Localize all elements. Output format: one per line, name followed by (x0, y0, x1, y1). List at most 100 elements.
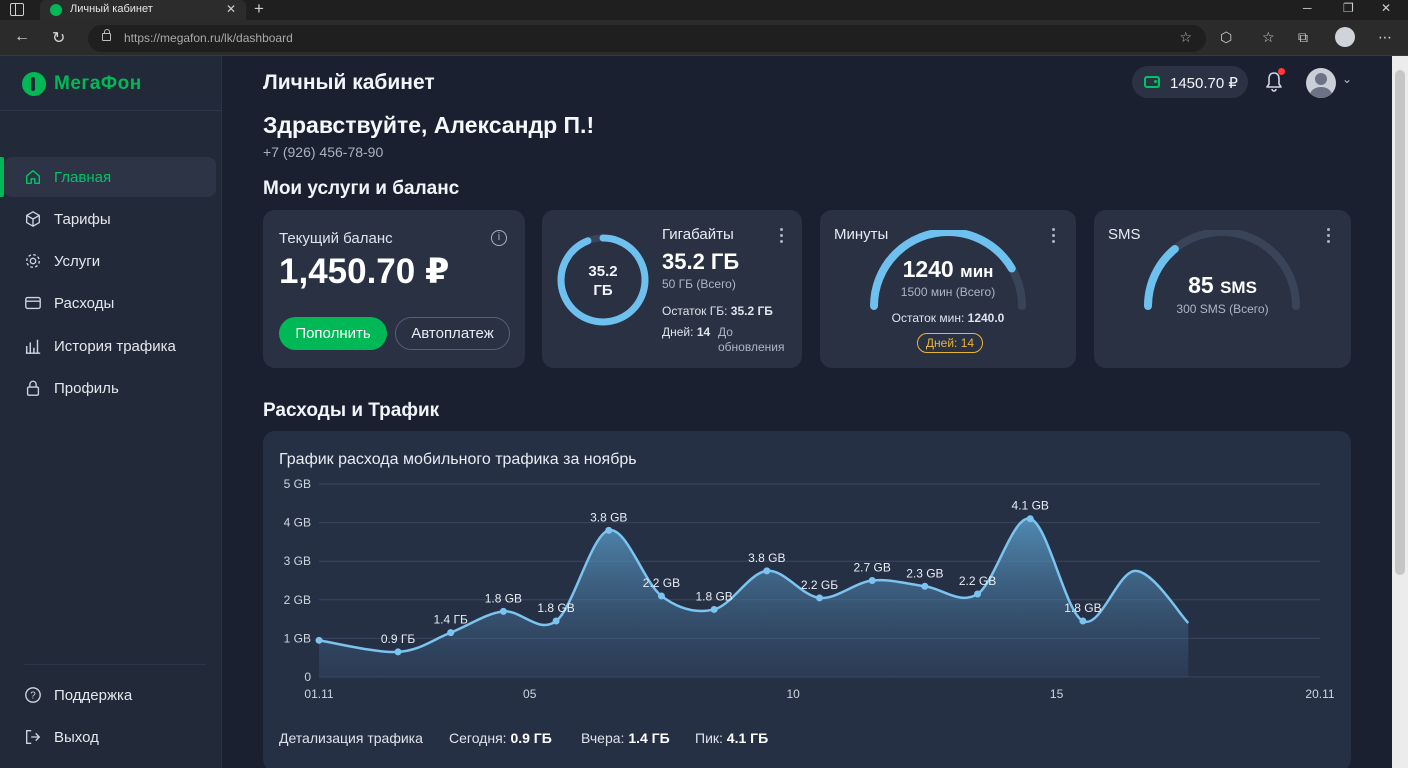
sidebar-item-label: Главная (54, 169, 112, 186)
more-options-icon[interactable] (780, 228, 784, 244)
gb-rest-value: 35.2 ГБ (730, 304, 773, 318)
minutes-card: Минуты 1240 мин 1500 мин (Всего) Остаток… (820, 210, 1076, 368)
traffic-details-link[interactable]: Детализация трафика (279, 730, 423, 746)
header-balance-chip[interactable]: 1450.70 ₽ (1132, 66, 1248, 98)
balance-value: 1,450.70 ₽ (279, 252, 450, 291)
chart-point (315, 636, 323, 644)
chart-point (974, 590, 982, 598)
favorites-icon[interactable]: ☆ (1262, 29, 1275, 46)
autopay-button[interactable]: Автоплатеж (395, 317, 510, 350)
minutes-total: 1500 мин (Всего) (900, 285, 996, 299)
phone-number: +7 (926) 456-78-90 (263, 144, 384, 160)
restore-icon[interactable]: ❐ (1343, 1, 1354, 15)
topup-button[interactable]: Пополнить (279, 317, 387, 350)
today-label: Сегодня: (449, 730, 507, 746)
peak-stat: Пик: 4.1 ГБ (695, 730, 768, 746)
chart-point (1079, 617, 1087, 625)
y-tick-label: 2 GB (284, 593, 311, 607)
scrollbar-thumb[interactable] (1395, 70, 1405, 575)
minutes-value: 1240 мин (820, 256, 1076, 283)
greeting: Здравствуйте, Александр П.! (263, 112, 595, 138)
sidebar-item-label: История трафика (54, 338, 176, 355)
sidebar-item-profile[interactable]: Профиль (4, 368, 216, 408)
more-menu-icon[interactable]: ⋯ (1378, 29, 1392, 46)
main-content: Личный кабинет 1450.70 ₽ ⌄ Здравствуйте,… (222, 56, 1392, 768)
sidebar-item-support[interactable]: ? Поддержка (4, 675, 216, 715)
data-label: 3.8 GB (590, 510, 627, 524)
gb-rest-label: Остаток ГБ: (662, 304, 728, 318)
gear-icon (26, 254, 40, 268)
more-options-icon[interactable] (1052, 228, 1056, 244)
sidebar-item-traffic-history[interactable]: История трафика (4, 326, 216, 366)
balance-card: Текущий баланс i 1,450.70 ₽ Пополнить Ав… (263, 210, 525, 368)
new-tab-icon[interactable]: + (254, 0, 264, 19)
gigabytes-card: 35.2 ГБ Гигабайты 35.2 ГБ 50 ГБ (Всего) О… (542, 210, 802, 368)
sidebar-item-label: Тарифы (54, 211, 111, 228)
gb-ring-value: 35.2 (588, 263, 618, 280)
tab-actions-icon[interactable] (10, 3, 24, 16)
chart-point (1026, 515, 1034, 523)
data-label: 1.8 GB (485, 591, 522, 605)
peak-value: 4.1 ГБ (726, 730, 769, 746)
url-text: https://megafon.ru/lk/dashboard (124, 31, 293, 45)
yesterday-stat: Вчера: 1.4 ГБ (581, 730, 670, 746)
sidebar-item-home[interactable]: Главная (0, 157, 216, 197)
wallet-icon (1144, 76, 1160, 88)
page-title: Личный кабинет (263, 71, 435, 94)
megafon-logo[interactable]: МегаФон (22, 72, 142, 96)
chart-area-fill (319, 518, 1189, 677)
box-icon (26, 211, 40, 227)
chart-point (710, 605, 718, 613)
data-label: 1.8 GB (695, 589, 732, 603)
more-options-icon[interactable] (1327, 228, 1331, 244)
close-tab-icon[interactable]: ✕ (226, 2, 236, 16)
y-tick-label: 4 GB (284, 516, 311, 530)
gb-total: 50 ГБ (Всего) (662, 277, 736, 291)
data-label: 1.8 GB (1064, 601, 1101, 615)
sidebar-item-logout[interactable]: Выход (4, 717, 216, 757)
data-label: 1.4 ГБ (434, 613, 469, 627)
y-tick-label: 5 GB (284, 477, 311, 491)
sidebar: МегаФон Главная Тарифы Услуги Расходы Ис… (0, 56, 222, 768)
gb-rest: Остаток ГБ: 35.2 ГБ (662, 304, 773, 318)
back-icon[interactable]: ← (14, 28, 30, 46)
sidebar-item-label: Профиль (54, 380, 119, 397)
chart-point (552, 617, 560, 625)
minimize-icon[interactable]: ─ (1303, 1, 1312, 15)
user-avatar[interactable] (1306, 68, 1336, 98)
sidebar-item-label: Услуги (54, 253, 101, 270)
data-label: 2.2 GB (643, 576, 680, 590)
collections-icon[interactable]: ⧉ (1298, 29, 1308, 46)
x-tick-label: 15 (1050, 687, 1064, 701)
chart-point (868, 577, 876, 584)
today-stat: Сегодня: 0.9 ГБ (449, 730, 552, 746)
lock-icon (26, 380, 40, 396)
gb-title: Гигабайты (662, 226, 734, 243)
data-label: 0.9 ГБ (381, 632, 416, 646)
sidebar-item-services[interactable]: Услуги (4, 241, 216, 281)
data-label: 2.2 GB (959, 574, 996, 588)
reload-icon[interactable]: ↻ (52, 28, 65, 48)
browser-profile-avatar[interactable] (1335, 27, 1355, 47)
home-icon (25, 169, 41, 185)
yesterday-label: Вчера: (581, 730, 625, 746)
close-window-icon[interactable]: ✕ (1381, 1, 1391, 15)
sidebar-item-expenses[interactable]: Расходы (4, 283, 216, 323)
sidebar-item-tariffs[interactable]: Тарифы (4, 199, 216, 239)
today-value: 0.9 ГБ (510, 730, 552, 746)
extensions-icon[interactable]: ⬡ (1220, 29, 1232, 46)
browser-tab[interactable]: Личный кабинет ✕ (40, 0, 246, 20)
sidebar-item-label: Выход (54, 729, 99, 746)
info-icon[interactable]: i (491, 230, 507, 246)
chevron-down-icon[interactable]: ⌄ (1342, 72, 1352, 86)
gb-ring-unit: ГБ (593, 282, 613, 299)
minutes-value-num: 1240 (902, 256, 954, 282)
card-icon (25, 296, 41, 310)
gb-days-note: До обновления (718, 325, 785, 354)
favorite-star-icon[interactable]: ☆ (1179, 29, 1192, 46)
url-field[interactable]: https://megafon.ru/lk/dashboard ☆ (88, 25, 1206, 52)
data-label: 4.1 GB (1012, 499, 1049, 513)
data-label: 3.8 GB (748, 551, 785, 565)
sidebar-item-label: Поддержка (54, 687, 133, 704)
sms-title: SMS (1108, 226, 1141, 243)
